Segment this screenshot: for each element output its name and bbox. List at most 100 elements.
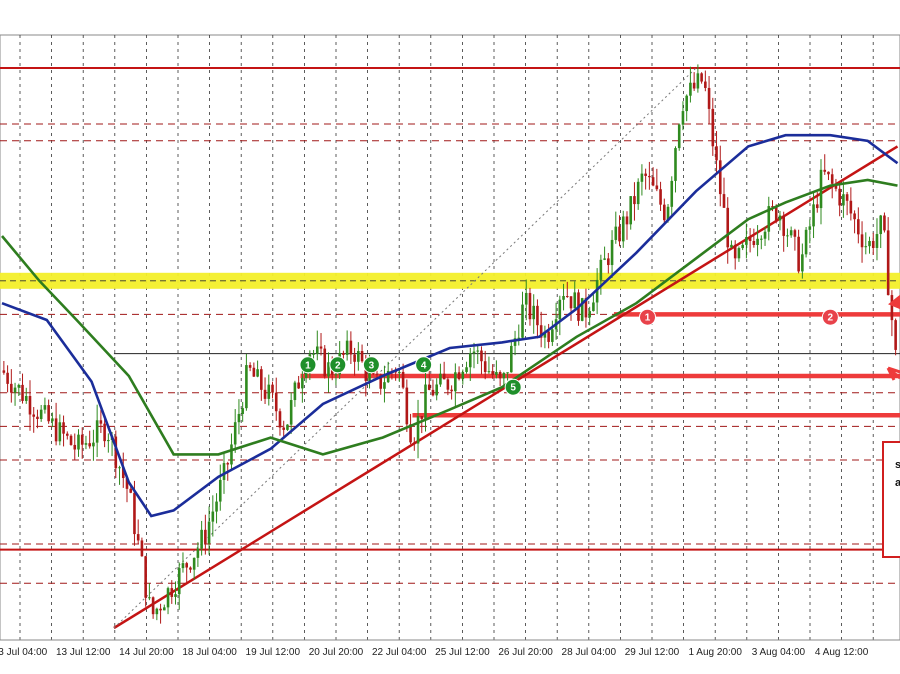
- candle-body: [890, 295, 894, 321]
- candle-body: [461, 371, 465, 380]
- candle-body: [562, 296, 565, 300]
- candle-body: [498, 372, 502, 379]
- x-tick-label: 19 Jul 12:00: [246, 647, 301, 658]
- candle-body: [129, 488, 133, 493]
- candle-body: [536, 305, 539, 326]
- candle-body: [174, 594, 177, 597]
- candle-body: [868, 240, 871, 247]
- candle-body: [144, 556, 147, 598]
- marker-red-2: 2: [821, 308, 839, 326]
- candle-body: [510, 345, 513, 373]
- candle-body: [849, 200, 853, 214]
- candle-body: [73, 444, 77, 450]
- candle-body: [360, 350, 364, 362]
- candle-body: [655, 185, 659, 190]
- candle-body: [166, 588, 170, 608]
- candle-body: [353, 354, 356, 362]
- candle-body: [51, 418, 54, 422]
- candle-body: [289, 400, 293, 425]
- candle-body: [454, 372, 457, 392]
- candle-body: [853, 213, 856, 220]
- marker-green-1: 1: [299, 356, 317, 374]
- candle-body: [894, 320, 897, 350]
- candle-body: [177, 568, 181, 595]
- candle-body: [603, 258, 606, 260]
- candle-body: [472, 351, 476, 354]
- marker-label: 1: [645, 313, 651, 324]
- candle-body: [815, 204, 819, 209]
- candle-body: [528, 292, 532, 320]
- candle-body: [778, 215, 782, 221]
- candle-body: [827, 171, 830, 175]
- marker-label: 3: [369, 360, 375, 371]
- candle-body: [886, 230, 890, 296]
- candle-body: [756, 238, 759, 245]
- candle-body: [6, 372, 9, 384]
- candle-body: [674, 148, 677, 181]
- candle-body: [207, 521, 211, 544]
- x-tick-label: 18 Jul 04:00: [182, 647, 237, 658]
- candle-body: [845, 194, 849, 201]
- candle-body: [812, 204, 815, 227]
- candle-body: [551, 329, 554, 342]
- x-tick-label: 14 Jul 20:00: [119, 647, 174, 658]
- candle-body: [431, 389, 435, 396]
- candle-body: [401, 371, 405, 388]
- x-tick-label: 1 Aug 20:00: [689, 647, 743, 658]
- candle-body: [136, 534, 140, 541]
- candle-body: [621, 216, 625, 242]
- annotation-text: s: [895, 459, 900, 471]
- candle-body: [43, 405, 47, 410]
- candle-body: [312, 353, 315, 355]
- candle-body: [491, 371, 494, 376]
- x-tick-label: 25 Jul 12:00: [435, 647, 490, 658]
- candle-body: [420, 416, 424, 419]
- candle-body: [148, 597, 151, 599]
- candle-body: [319, 346, 323, 349]
- candle-body: [140, 540, 144, 557]
- candle-body: [107, 439, 110, 442]
- candle-body: [640, 173, 644, 182]
- candle-body: [468, 353, 472, 368]
- candle-body: [532, 305, 536, 320]
- candle-body: [659, 189, 662, 205]
- candle-body: [607, 258, 610, 266]
- candle-body: [741, 244, 744, 249]
- marker-label: 5: [510, 383, 516, 394]
- candle-body: [745, 237, 748, 245]
- candle-body: [159, 608, 162, 611]
- candle-body: [21, 384, 24, 401]
- candle-body: [200, 529, 203, 549]
- candle-body: [677, 124, 681, 149]
- candle-body: [465, 367, 468, 372]
- candle-body: [47, 405, 50, 422]
- candle-body: [748, 237, 752, 242]
- candle-body: [155, 608, 159, 615]
- marker-green-2: 2: [329, 356, 347, 374]
- candle-body: [506, 372, 509, 374]
- candle-body: [375, 373, 379, 375]
- candle-body: [685, 95, 688, 112]
- candle-body: [610, 239, 614, 266]
- marker-green-4: 4: [415, 356, 433, 374]
- candle-body: [801, 254, 804, 272]
- candle-body: [263, 389, 267, 399]
- candle-body: [592, 302, 595, 312]
- x-tick-label: 13 Jul 12:00: [56, 647, 111, 658]
- candle-body: [457, 372, 461, 380]
- candle-body: [103, 423, 106, 442]
- marker-label: 4: [421, 360, 427, 371]
- candle-body: [230, 444, 233, 465]
- candle-body: [614, 226, 618, 240]
- marker-green-5: 5: [504, 378, 522, 396]
- candle-body: [618, 226, 621, 242]
- candle-body: [711, 108, 715, 147]
- candle-body: [495, 372, 498, 376]
- candle-body: [439, 373, 442, 385]
- candle-body: [77, 434, 80, 450]
- candle-body: [342, 352, 345, 355]
- candle-body: [442, 373, 446, 380]
- candle-body: [636, 181, 640, 205]
- x-tick-label: 4 Aug 12:00: [815, 647, 869, 658]
- candle-body: [707, 87, 711, 109]
